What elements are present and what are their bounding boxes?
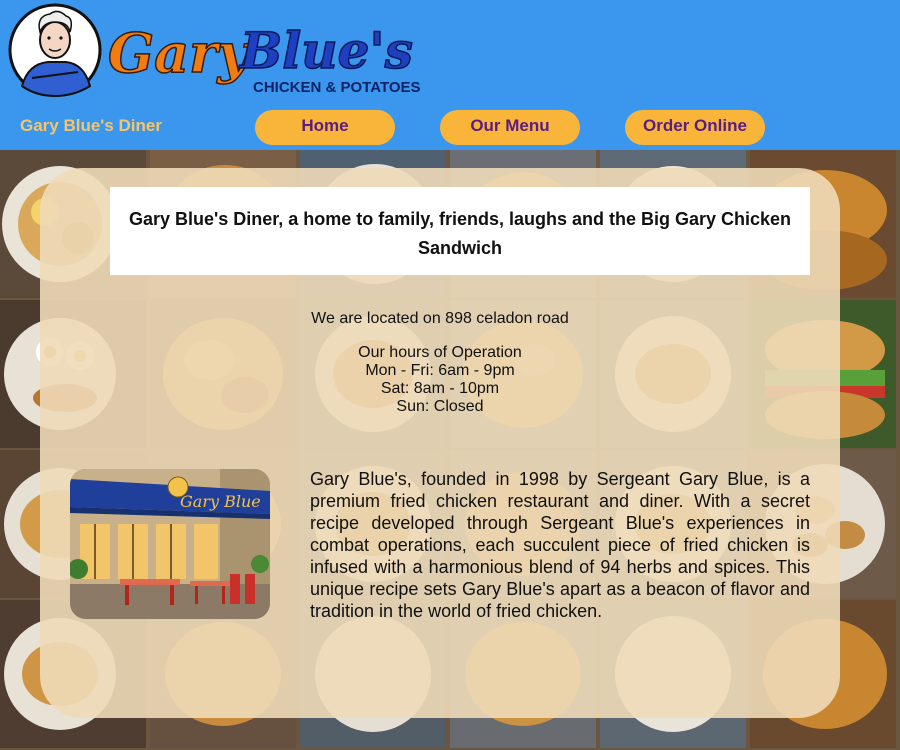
awning-sign: Gary Blue [180,492,261,511]
brand-name[interactable]: Gary Blue's Diner [20,116,162,136]
svg-text:Blue's: Blue's [238,21,413,80]
logo-wordmark: Gary [108,21,253,85]
hours-line: Sat: 8am - 10pm [380,380,500,397]
site-header: Gary Blue's CHICKEN & POTATOES Gary Blue… [0,0,900,150]
headline-box: Gary Blue's Diner, a home to family, fri… [110,187,810,275]
restaurant-photo: Gary Blue [70,469,270,619]
about-paragraph: Gary Blue's, founded in 1998 by Sergeant… [310,469,810,621]
hours-block: Our hours of Operation Mon - Fri: 6am - … [40,344,840,416]
nav-order-online-button[interactable]: Order Online [625,110,765,145]
location-text: We are located on 898 celadon road [311,310,569,327]
page-headline: Gary Blue's Diner, a home to family, fri… [128,209,792,258]
hours-title: Our hours of Operation [358,344,522,361]
nav-home-button[interactable]: Home [255,110,395,145]
content-card: Gary Blue's Diner, a home to family, fri… [40,168,840,718]
hours-line: Mon - Fri: 6am - 9pm [365,362,515,379]
logo-tagline: CHICKEN & POTATOES [253,79,421,96]
hours-line: Sun: Closed [396,398,484,415]
site-logo[interactable]: Gary Blue's CHICKEN & POTATOES [8,2,448,98]
nav-menu-button[interactable]: Our Menu [440,110,580,145]
